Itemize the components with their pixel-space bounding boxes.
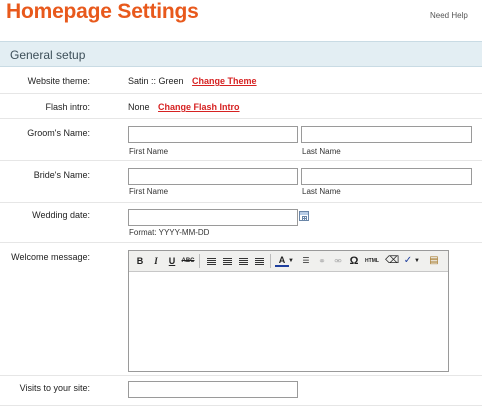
paste-icon[interactable]: ▤ [427,254,441,268]
row-website-theme: Website theme: Satin :: Green Change The… [0,67,482,94]
visits-input[interactable] [128,381,298,398]
bride-first-name-hint: First Name [129,187,169,196]
website-theme-label: Website theme: [27,76,90,86]
chevron-down-icon[interactable]: ▼ [413,254,421,268]
flash-intro-label: Flash intro: [45,102,90,112]
calendar-icon[interactable] [299,211,309,221]
change-flash-intro-link[interactable]: Change Flash Intro [158,102,240,112]
html-source-button[interactable]: HTML [363,254,381,268]
align-center-icon[interactable] [220,254,234,268]
align-left-icon[interactable] [204,254,218,268]
change-theme-link[interactable]: Change Theme [192,76,257,86]
row-bride-name: Bride's Name: First Name Last Name [0,161,482,203]
groom-name-label: Groom's Name: [27,128,90,138]
bullet-list-icon[interactable]: ☰ [299,254,313,268]
row-wedding-date: Wedding date: Format: YYYY-MM-DD [0,203,482,243]
need-help-link[interactable]: Need Help [430,11,468,20]
flash-intro-value: None [128,102,150,112]
website-theme-value-wrap: Satin :: Green Change Theme [128,76,257,86]
groom-first-name-input[interactable] [128,126,298,143]
unlink-icon[interactable]: ⚮ [331,254,345,268]
bold-button[interactable]: B [133,254,147,268]
toolbar-separator [270,254,271,268]
row-visits: Visits to your site: [0,376,482,406]
underline-button[interactable]: U [165,254,179,268]
section-header: General setup [0,41,482,67]
eraser-icon[interactable]: ⌫ [385,254,399,268]
row-groom-name: Groom's Name: First Name Last Name [0,119,482,161]
bride-name-label: Bride's Name: [33,170,90,180]
groom-first-name-hint: First Name [129,147,169,156]
special-character-button[interactable]: Ω [347,254,361,268]
page-title: Homepage Settings [6,0,199,23]
welcome-message-label: Welcome message: [11,252,90,262]
flash-intro-value-wrap: None Change Flash Intro [128,102,240,112]
bride-last-name-input[interactable] [301,168,472,185]
editor-toolbar: B I U ABC A ▼ ☰ ⚭ ⚮ Ω HTML ⌫ ✓ ▼ ▤ [129,251,448,272]
section-title: General setup [10,48,86,62]
visits-label: Visits to your site: [19,383,90,393]
wedding-date-label: Wedding date: [32,210,90,220]
toolbar-separator [199,254,200,268]
wedding-date-format-hint: Format: YYYY-MM-DD [129,228,210,237]
chevron-down-icon[interactable]: ▼ [287,254,295,268]
row-flash-intro: Flash intro: None Change Flash Intro [0,94,482,119]
strikethrough-button[interactable]: ABC [181,254,195,268]
italic-button[interactable]: I [149,254,163,268]
align-right-icon[interactable] [236,254,250,268]
website-theme-value: Satin :: Green [128,76,184,86]
bride-first-name-input[interactable] [128,168,298,185]
groom-last-name-hint: Last Name [302,147,341,156]
welcome-message-editor[interactable]: B I U ABC A ▼ ☰ ⚭ ⚮ Ω HTML ⌫ ✓ ▼ ▤ [128,250,449,372]
link-icon[interactable]: ⚭ [315,254,329,268]
bride-last-name-hint: Last Name [302,187,341,196]
groom-last-name-input[interactable] [301,126,472,143]
align-justify-icon[interactable] [252,254,266,268]
wedding-date-input[interactable] [128,209,298,226]
